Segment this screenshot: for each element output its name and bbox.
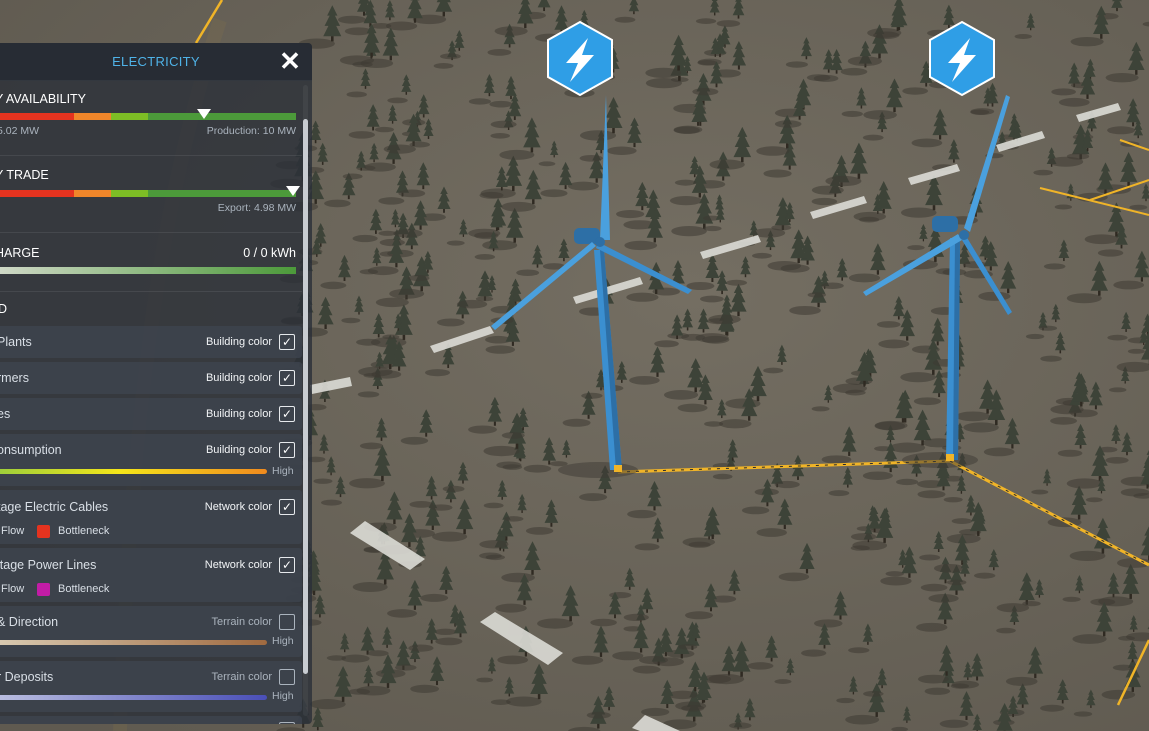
water-scale — [0, 695, 267, 700]
trade-section: Y TRADE Export: 4.98 MW — [0, 156, 302, 233]
bottleneck-swatch — [37, 583, 50, 596]
trade-marker — [286, 186, 301, 196]
layer-row-power-lines[interactable]: ltage Power Lines Network color ✓ Flow B… — [0, 548, 302, 602]
layer-checkbox[interactable]: ✓ — [279, 406, 295, 422]
close-button[interactable]: ✕ — [278, 48, 302, 74]
layer-checkbox[interactable]: ✓ — [279, 499, 295, 515]
charge-title: HARGE — [0, 246, 40, 260]
legend-bottleneck: Bottleneck — [58, 525, 110, 537]
layer-name: & Direction — [0, 615, 59, 629]
layers-header: D — [0, 302, 8, 316]
charge-gauge — [0, 267, 296, 274]
legend-flow: Flow — [1, 525, 25, 537]
availability-consumption: 5.02 MW — [0, 125, 40, 137]
layer-name: ltage Power Lines — [0, 558, 97, 572]
charge-value: 0 / 0 kWh — [243, 246, 296, 260]
availability-marker — [197, 109, 212, 119]
layer-row-consumption[interactable]: onsumption Building color ✓ High — [0, 434, 302, 486]
bottleneck-swatch — [37, 525, 50, 538]
color-mode-label: Building color — [205, 444, 272, 456]
layer-row-wind-direction[interactable]: & Direction Terrain color High — [0, 606, 302, 657]
layer-checkbox[interactable]: ✓ — [279, 370, 295, 386]
layer-name: es — [0, 407, 11, 421]
layer-name: onsumption — [0, 443, 62, 457]
layer-row-electric-cables[interactable]: tage Electric Cables Network color ✓ Flo… — [0, 490, 302, 544]
trade-title: Y TRADE — [0, 168, 49, 182]
wind-scale — [0, 640, 267, 645]
color-mode-label: Network color — [204, 501, 272, 513]
trade-export: Export: 4.98 MW — [217, 202, 296, 214]
electricity-info-panel: ELECTRICITY ✕ Y AVAILABILITY 5.02 MW Pro… — [0, 43, 312, 724]
panel-content: Y AVAILABILITY 5.02 MW Production: 10 MW… — [0, 80, 312, 724]
charge-section: HARGE 0 / 0 kWh — [0, 233, 302, 292]
availability-gauge — [0, 113, 296, 120]
consumption-scale — [0, 469, 267, 474]
color-mode-label: Terrain color — [211, 616, 272, 628]
layer-name: rmers — [0, 371, 29, 385]
availability-production: Production: 10 MW — [206, 125, 296, 137]
color-mode-label: Network color — [204, 559, 272, 571]
layer-row-plants[interactable]: Plants Building color ✓ — [0, 326, 302, 358]
layer-row-batteries[interactable]: es Building color ✓ — [0, 398, 302, 430]
layer-name: Plants — [0, 335, 32, 349]
color-mode-label: Building color — [205, 372, 272, 384]
color-mode-label: Terrain color — [211, 671, 272, 683]
layer-name: tage Electric Cables — [0, 500, 109, 514]
availability-section: Y AVAILABILITY 5.02 MW Production: 10 MW — [0, 80, 302, 156]
trade-gauge — [0, 190, 296, 197]
scale-high-label: High — [272, 635, 294, 647]
layer-checkbox[interactable] — [279, 614, 295, 630]
color-mode-label: Building color — [205, 408, 272, 420]
color-mode-label: Building color — [205, 336, 272, 348]
availability-title: Y AVAILABILITY — [0, 92, 87, 106]
panel-header: ELECTRICITY ✕ — [0, 43, 312, 81]
layer-row-partial[interactable] — [0, 716, 302, 724]
scale-high-label: High — [272, 465, 294, 477]
layer-checkbox[interactable]: ✓ — [279, 442, 295, 458]
layer-checkbox[interactable]: ✓ — [279, 557, 295, 573]
layer-row-transformers[interactable]: rmers Building color ✓ — [0, 362, 302, 394]
layer-name: r Deposits — [0, 670, 54, 684]
legend-flow: Flow — [1, 583, 25, 595]
panel-title: ELECTRICITY — [112, 54, 200, 69]
layer-row-water-deposits[interactable]: r Deposits Terrain color High — [0, 661, 302, 712]
layer-checkbox[interactable] — [279, 722, 295, 724]
layer-checkbox[interactable]: ✓ — [279, 334, 295, 350]
scale-high-label: High — [272, 690, 294, 702]
scrollbar-thumb[interactable] — [303, 119, 308, 674]
legend-bottleneck: Bottleneck — [58, 583, 110, 595]
layer-checkbox[interactable] — [279, 669, 295, 685]
